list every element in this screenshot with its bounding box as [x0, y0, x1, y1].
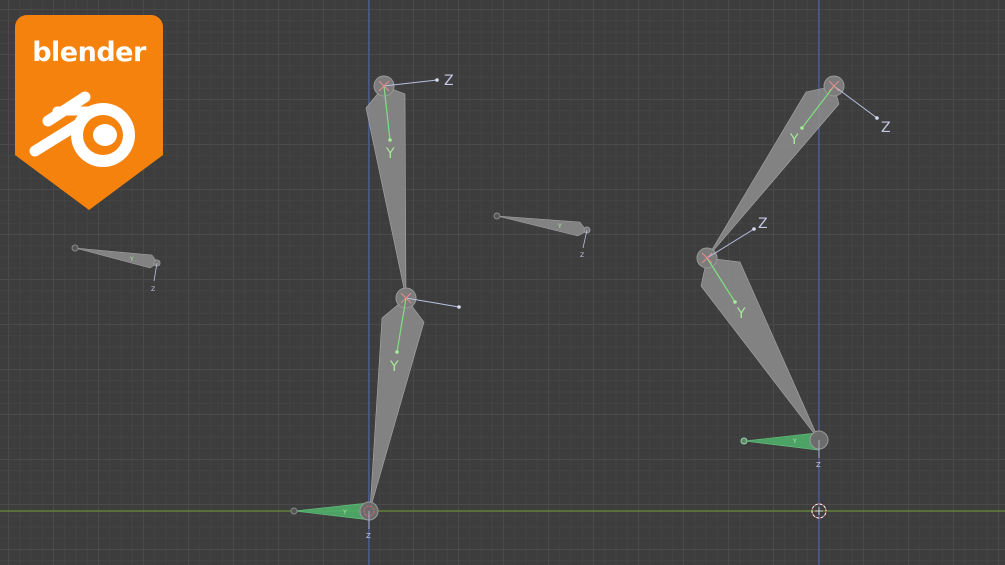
bone-foot-right[interactable] — [740, 430, 829, 458]
y-axis-label: Y — [789, 132, 799, 148]
z-axis-label: Z — [580, 252, 584, 259]
bone-thigh-right[interactable] — [706, 75, 879, 259]
blender-logo: blender — [15, 15, 163, 210]
z-axis-label: Z — [151, 286, 155, 293]
y-axis-label: Y — [129, 256, 134, 263]
z-axis-label: Z — [758, 216, 768, 232]
bone-thigh-left[interactable] — [365, 75, 439, 299]
z-axis-label: Z — [881, 120, 891, 136]
y-axis-label: Y — [557, 223, 562, 230]
y-axis-label: Y — [736, 306, 746, 322]
z-axis-label: Z — [444, 73, 454, 89]
bone-shin-right[interactable] — [696, 227, 820, 441]
y-axis-label: Y — [342, 509, 347, 516]
3d-viewport[interactable]: Z Y Y Y Z Y Z Y Z Z Y Z Y Y Z blender — [0, 0, 1005, 565]
z-axis-label: Z — [366, 532, 371, 540]
bone-small-middle[interactable] — [493, 212, 591, 249]
y-axis-label: Y — [389, 359, 399, 375]
y-axis-label: Y — [385, 146, 395, 162]
y-axis-label: Y — [792, 438, 797, 445]
logo-wordmark: blender — [32, 37, 146, 68]
bone-small-left[interactable] — [71, 244, 161, 282]
bone-foot-left[interactable] — [290, 501, 379, 529]
z-axis-label: Z — [816, 461, 821, 469]
bone-shin-left[interactable] — [369, 287, 461, 511]
